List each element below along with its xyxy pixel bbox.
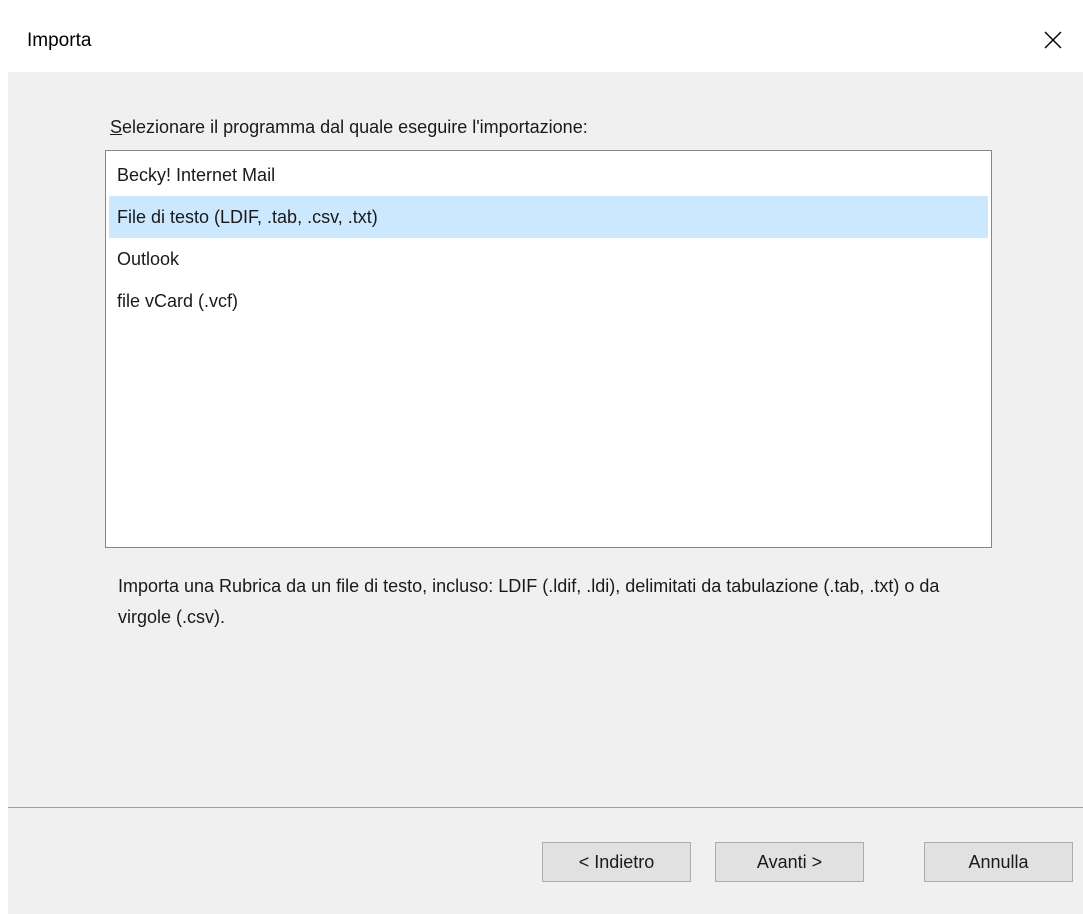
close-button[interactable] [1031,18,1075,62]
next-button[interactable]: Avanti > [715,842,864,882]
close-icon [1044,31,1062,49]
import-dialog: Importa Selezionare il programma dal qua… [0,0,1083,914]
program-listbox[interactable]: Becky! Internet Mail File di testo (LDIF… [105,150,992,548]
back-button[interactable]: < Indietro [542,842,691,882]
list-item[interactable]: Outlook [109,238,988,280]
title-bar: Importa [0,0,1083,72]
list-item[interactable]: file vCard (.vcf) [109,280,988,322]
program-description: Importa una Rubrica da un file di testo,… [118,576,940,627]
list-item[interactable]: Becky! Internet Mail [109,154,988,196]
window-title: Importa [27,30,92,51]
program-select-label-text: elezionare il programma dal quale esegui… [122,117,588,137]
cancel-button[interactable]: Annulla [924,842,1073,882]
accelerator-letter: S [110,117,123,137]
list-item-selected[interactable]: File di testo (LDIF, .tab, .csv, .txt) [109,196,988,238]
program-select-label: Selezionare il programma dal quale esegu… [110,117,588,138]
